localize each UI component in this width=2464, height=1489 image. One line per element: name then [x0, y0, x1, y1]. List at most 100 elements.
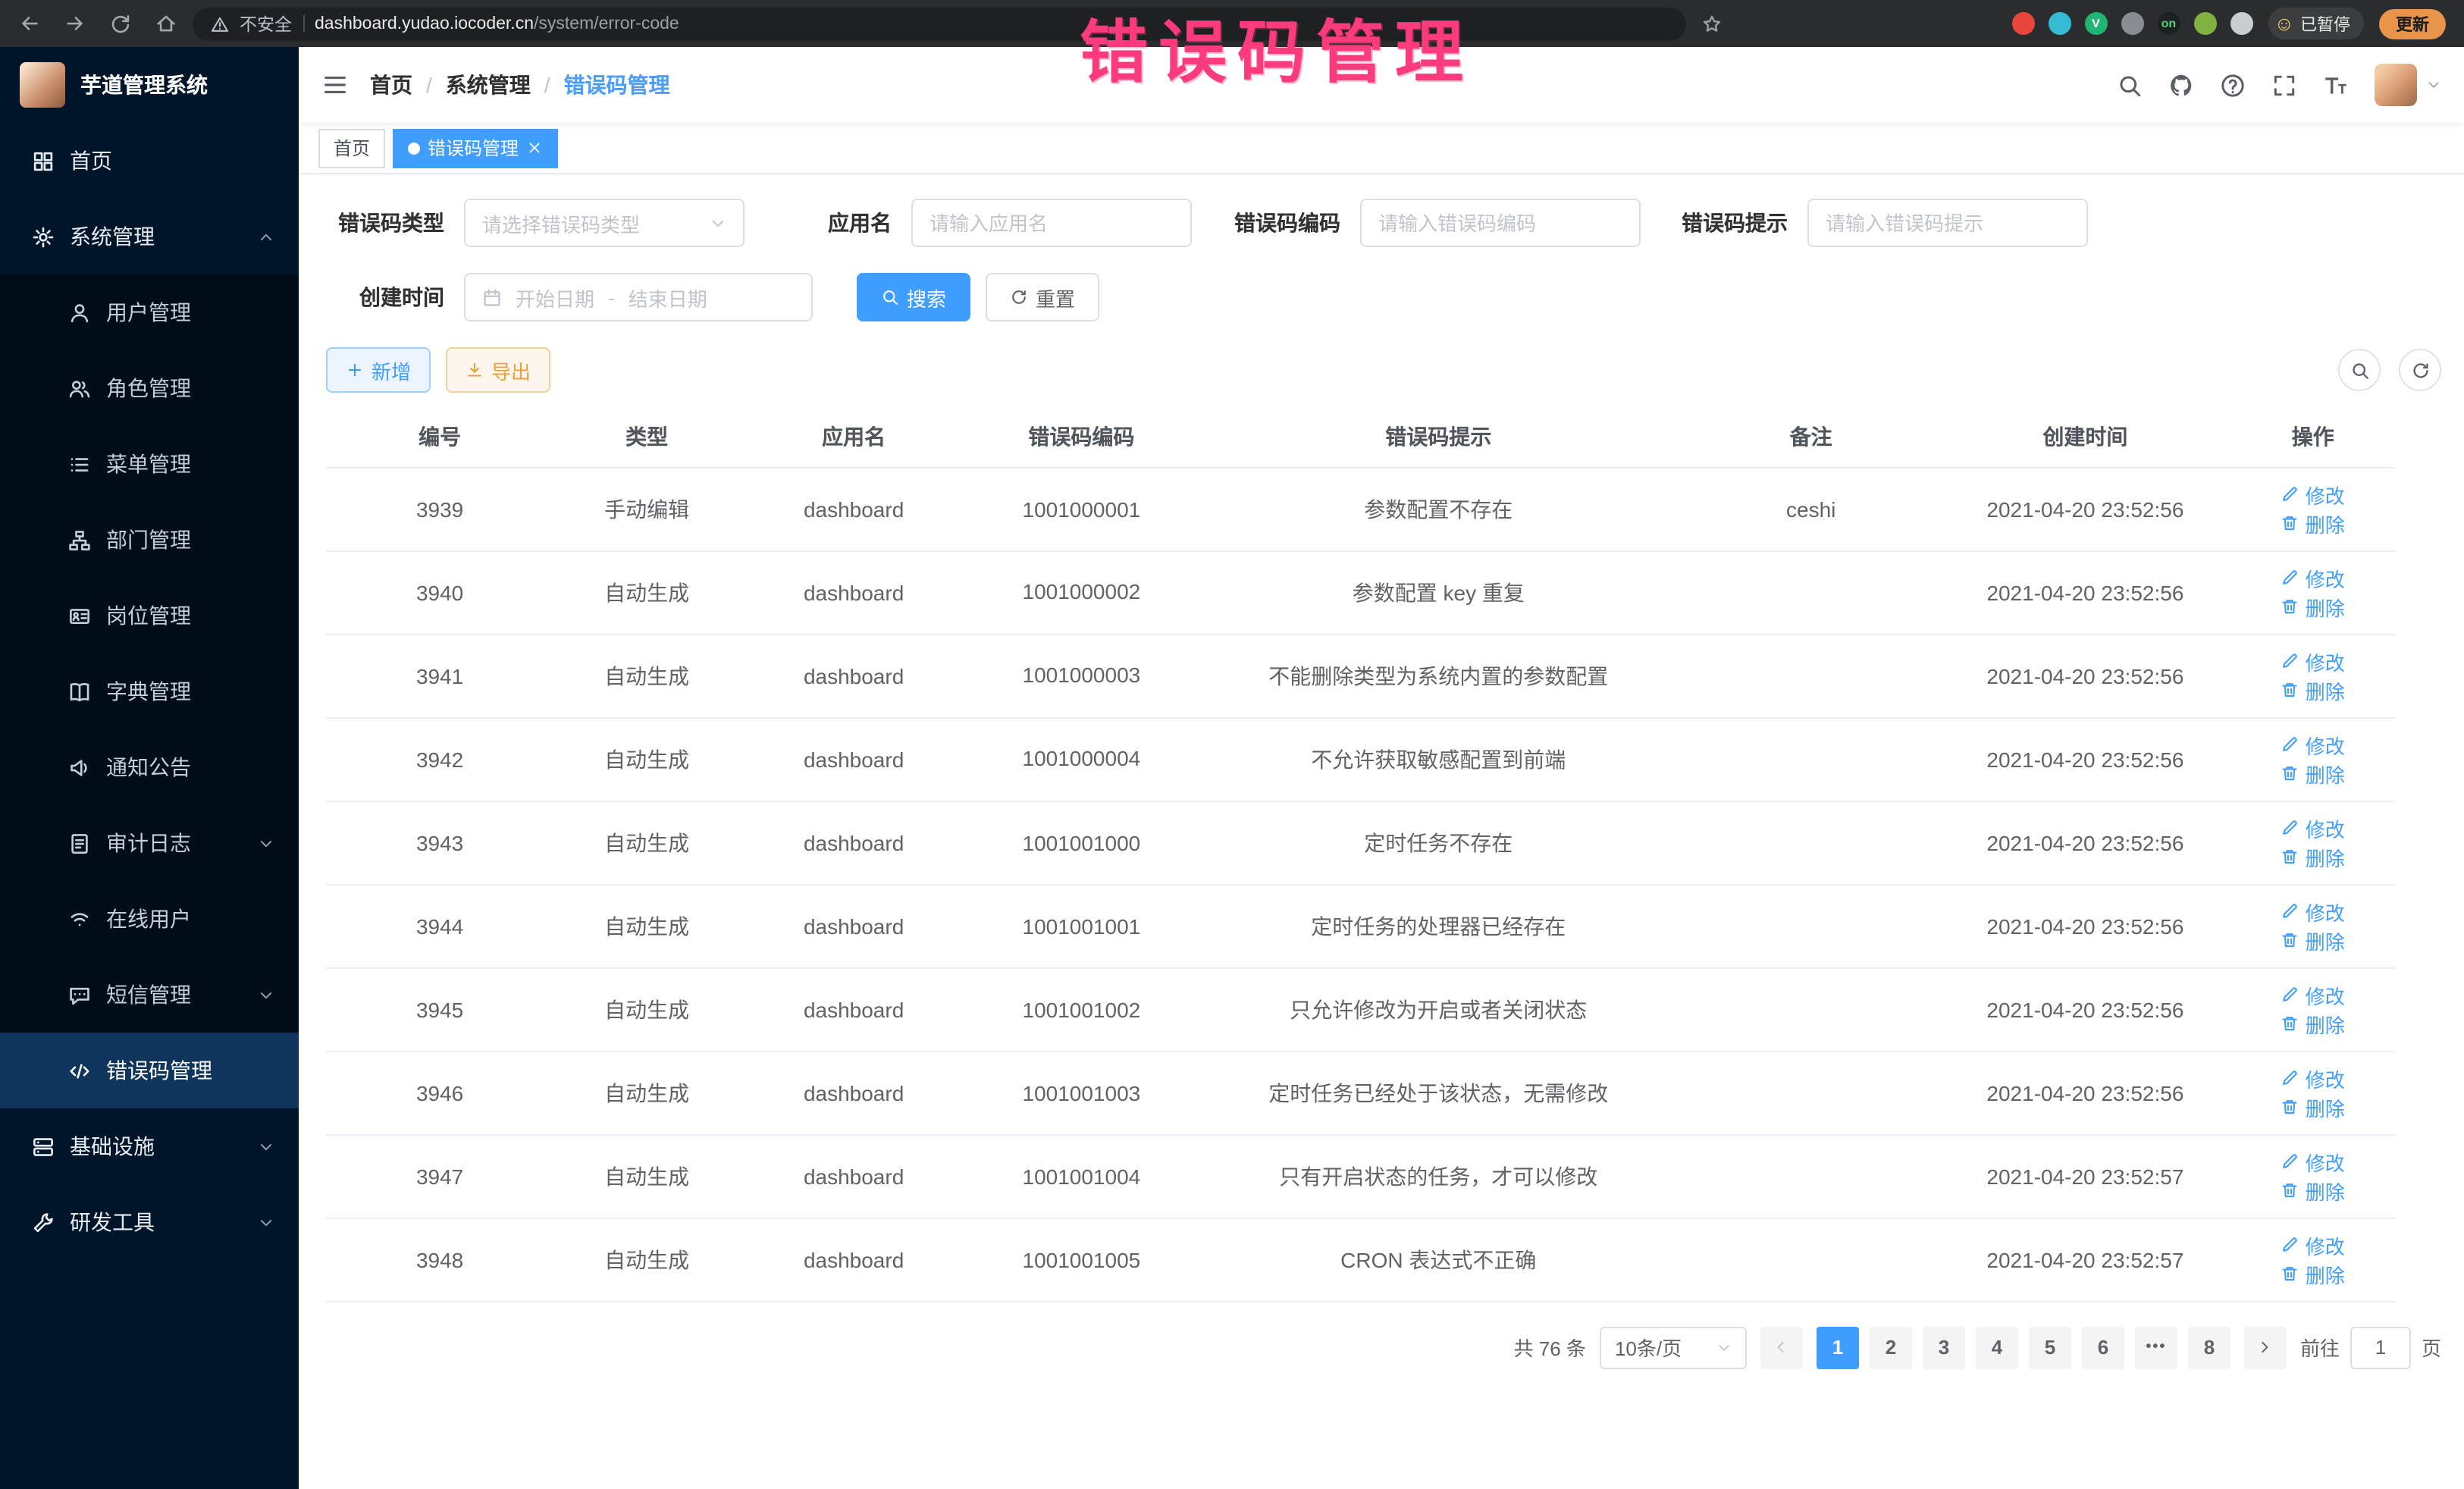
sidebar-item-label: 角色管理	[106, 373, 191, 403]
reset-button[interactable]: 重置	[986, 273, 1099, 321]
edit-link[interactable]: 修改	[2281, 813, 2345, 842]
sidebar-item-sms[interactable]: 短信管理	[0, 957, 299, 1033]
delete-link[interactable]: 删除	[2281, 1176, 2345, 1205]
page-button[interactable]: 4	[1976, 1326, 2018, 1368]
page-button[interactable]: 2	[1870, 1326, 1912, 1368]
tab-error-code[interactable]: 错误码管理	[393, 128, 558, 168]
page-button[interactable]: 3	[1923, 1326, 1965, 1368]
extension-icon-switch[interactable]: on	[2157, 12, 2180, 35]
sidebar-item-infra[interactable]: 基础设施	[0, 1108, 299, 1184]
app-logo[interactable]: 芋道管理系统	[0, 47, 299, 123]
sidebar-item-menu[interactable]: 菜单管理	[0, 426, 299, 502]
delete-link[interactable]: 删除	[2281, 1259, 2345, 1288]
fullscreen-icon[interactable]	[2271, 72, 2297, 98]
extension-icon-record[interactable]	[2011, 12, 2034, 35]
next-page-button[interactable]	[2244, 1326, 2287, 1368]
delete-link[interactable]: 删除	[2281, 1009, 2345, 1038]
sidebar-item-role[interactable]: 角色管理	[0, 350, 299, 426]
trash-icon	[2281, 1098, 2299, 1116]
address-bar[interactable]: 不安全 dashboard.yudao.iocoder.cn/system/er…	[193, 7, 1686, 40]
breadcrumb-item: 错误码管理	[564, 70, 670, 100]
delete-link[interactable]: 删除	[2281, 1092, 2345, 1121]
edit-link[interactable]: 修改	[2281, 563, 2345, 592]
extension-icon-leaf[interactable]	[2193, 12, 2216, 35]
edit-link[interactable]: 修改	[2281, 647, 2345, 676]
delete-link[interactable]: 删除	[2281, 592, 2345, 621]
prev-page-button[interactable]	[1760, 1326, 1803, 1368]
delete-link[interactable]: 删除	[2281, 676, 2345, 704]
font-size-icon[interactable]	[2323, 72, 2349, 98]
cell-type: 自动生成	[553, 884, 740, 967]
page-size-select[interactable]: 10条/页	[1600, 1326, 1747, 1368]
page-button[interactable]: 1	[1817, 1326, 1859, 1368]
sidebar-item-post[interactable]: 岗位管理	[0, 578, 299, 654]
tab-label: 首页	[334, 135, 370, 161]
delete-link[interactable]: 删除	[2281, 509, 2345, 538]
edit-link[interactable]: 修改	[2281, 897, 2345, 926]
edit-icon	[2281, 485, 2299, 503]
reload-icon[interactable]	[109, 12, 132, 35]
forward-icon[interactable]	[64, 12, 86, 35]
edit-link[interactable]: 修改	[2281, 1064, 2345, 1092]
sidebar-item-system[interactable]: 系统管理	[0, 199, 299, 274]
sidebar-item-online-user[interactable]: 在线用户	[0, 881, 299, 957]
extension-icon-paw[interactable]	[2230, 12, 2252, 35]
breadcrumb-item[interactable]: 系统管理	[446, 70, 531, 100]
cell-hint: 参数配置 key 重复	[1196, 550, 1682, 634]
sidebar-item-dept[interactable]: 部门管理	[0, 502, 299, 578]
sidebar-item-error-code[interactable]: 错误码管理	[0, 1033, 299, 1108]
edit-link[interactable]: 修改	[2281, 980, 2345, 1009]
chevron-right-icon	[2257, 1339, 2274, 1356]
edit-link[interactable]: 修改	[2281, 730, 2345, 759]
goto-input[interactable]	[2350, 1326, 2411, 1368]
filter-error-code: 错误码编码	[1234, 199, 1641, 247]
edit-link[interactable]: 修改	[2281, 480, 2345, 509]
toggle-search-button[interactable]	[2338, 349, 2381, 391]
tab-home[interactable]: 首页	[318, 128, 385, 168]
sidebar-item-audit-log[interactable]: 审计日志	[0, 805, 299, 881]
edit-link[interactable]: 修改	[2281, 1147, 2345, 1176]
bookmark-star-icon[interactable]	[1701, 13, 1723, 34]
error-hint-input[interactable]	[1826, 212, 2070, 234]
github-icon[interactable]	[2168, 72, 2194, 98]
help-icon[interactable]	[2220, 72, 2246, 98]
page-button[interactable]: 8	[2188, 1326, 2230, 1368]
sidebar-item-home[interactable]: 首页	[0, 123, 299, 199]
paused-label: 已暂停	[2300, 11, 2350, 36]
page-button[interactable]: 6	[2082, 1326, 2124, 1368]
extension-icon-grid[interactable]	[2121, 12, 2143, 35]
sidebar-item-notice[interactable]: 通知公告	[0, 729, 299, 805]
user-menu[interactable]	[2375, 64, 2441, 106]
refresh-table-button[interactable]	[2399, 349, 2441, 391]
back-icon[interactable]	[18, 12, 41, 35]
security-warning-icon[interactable]	[211, 14, 229, 33]
error-code-input[interactable]	[1378, 212, 1622, 234]
browser-home-icon[interactable]	[155, 12, 177, 35]
delete-link[interactable]: 删除	[2281, 759, 2345, 788]
edit-link[interactable]: 修改	[2281, 1230, 2345, 1259]
cell-remark	[1682, 1134, 1940, 1218]
error-hint-field	[1807, 199, 2088, 247]
sidebar-item-user[interactable]: 用户管理	[0, 274, 299, 350]
sidebar-toggle-icon[interactable]	[321, 71, 349, 99]
sidebar-item-dev-tools[interactable]: 研发工具	[0, 1184, 299, 1260]
extension-icon-vue[interactable]: V	[2084, 12, 2107, 35]
export-button[interactable]: 导出	[446, 347, 550, 393]
cell-code-text: 1001000002	[1017, 575, 1145, 610]
search-icon[interactable]	[2117, 72, 2143, 98]
extension-icon-drop[interactable]	[2048, 12, 2071, 35]
delete-link[interactable]: 删除	[2281, 842, 2345, 871]
sidebar-item-label: 审计日志	[106, 828, 191, 858]
update-button[interactable]: 更新	[2379, 8, 2446, 39]
delete-link[interactable]: 删除	[2281, 926, 2345, 955]
sidebar-item-dict[interactable]: 字典管理	[0, 654, 299, 729]
date-range-picker[interactable]: 开始日期 - 结束日期	[464, 273, 813, 321]
app-name-input[interactable]	[929, 212, 1174, 234]
profile-paused-badge[interactable]: ☺ 已暂停	[2268, 8, 2364, 39]
breadcrumb-item[interactable]: 首页	[370, 70, 412, 100]
page-button[interactable]: 5	[2029, 1326, 2071, 1368]
error-type-select[interactable]: 请选择错误码类型	[464, 199, 745, 247]
search-button[interactable]: 搜索	[857, 273, 970, 321]
more-pages-button[interactable]: •••	[2135, 1326, 2177, 1368]
add-button[interactable]: 新增	[326, 347, 431, 393]
